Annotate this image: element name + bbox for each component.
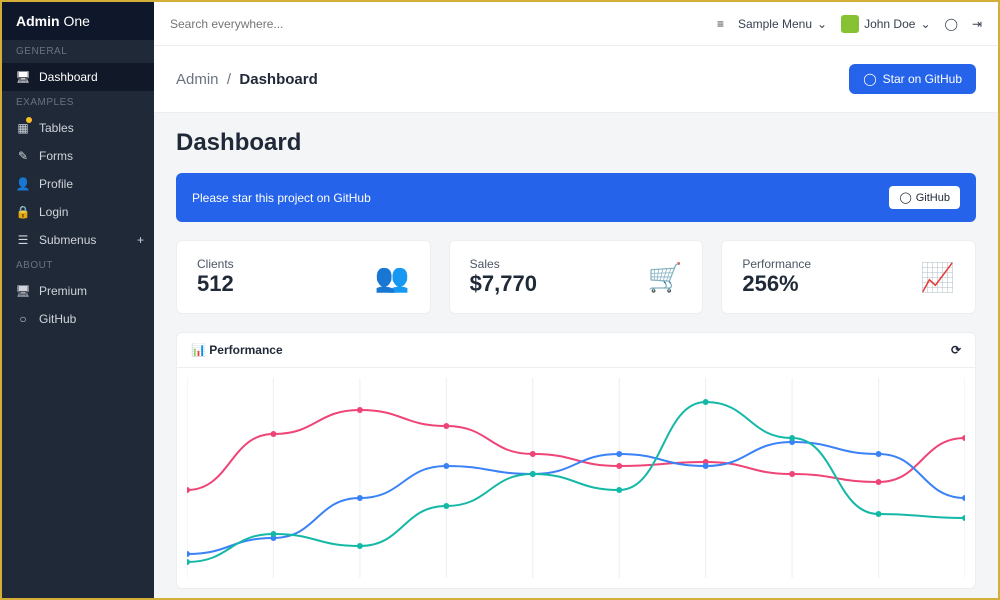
breadcrumb: Admin / Dashboard	[176, 71, 318, 88]
search-input[interactable]	[170, 17, 703, 31]
stat-value: 512	[197, 271, 234, 297]
sidebar-item-dashboard[interactable]: 🖥 Dashboard	[2, 63, 154, 91]
stat-icon: 👥	[375, 261, 410, 294]
nav-icon: 👤	[16, 177, 30, 191]
stat-label: Clients	[197, 257, 234, 271]
expand-icon: +	[137, 233, 144, 247]
stat-value: $7,770	[470, 271, 537, 297]
github-icon[interactable]: ◯	[945, 17, 958, 31]
star-github-button[interactable]: ◯Star on GitHub	[849, 64, 976, 94]
topbar: ≡ Sample Menu ⌄ John Doe ⌄ ◯ ⇥	[154, 2, 998, 46]
stat-label: Sales	[470, 257, 537, 271]
stat-card-performance: Performance256% 📈	[721, 240, 976, 314]
sidebar-item-login[interactable]: 🔒 Login	[2, 198, 154, 226]
stat-icon: 🛒	[647, 261, 682, 294]
banner-text: Please star this project on GitHub	[192, 191, 371, 205]
nav-label: Dashboard	[39, 70, 98, 84]
performance-chart-card: 📊 Performance ⟳	[176, 332, 976, 589]
chevron-down-icon: ⌄	[920, 17, 930, 31]
user-menu[interactable]: John Doe ⌄	[841, 15, 930, 33]
breadcrumb-row: Admin / Dashboard ◯Star on GitHub	[154, 46, 998, 113]
nav-icon: ☰	[16, 233, 30, 247]
nav-section-label: EXAMPLES	[2, 91, 154, 114]
refresh-icon[interactable]: ⟳	[951, 343, 961, 357]
avatar	[841, 15, 859, 33]
nav-icon: ▦	[16, 121, 30, 135]
sidebar-item-submenus[interactable]: ☰ Submenus +	[2, 226, 154, 254]
github-icon: ◯	[863, 72, 876, 86]
nav-label: Tables	[39, 121, 74, 135]
chevron-down-icon: ⌄	[817, 17, 827, 31]
notification-dot	[26, 117, 32, 123]
nav-label: Premium	[39, 284, 87, 298]
sidebar-item-profile[interactable]: 👤 Profile	[2, 170, 154, 198]
nav-label: Profile	[39, 177, 73, 191]
nav-label: Forms	[39, 149, 73, 163]
nav-icon: 🖥	[16, 70, 30, 84]
brand-logo: Admin One	[2, 2, 154, 40]
nav-label: Login	[39, 205, 68, 219]
chart-title: 📊 Performance	[191, 343, 283, 357]
nav-label: Submenus	[39, 233, 96, 247]
sample-menu-dropdown[interactable]: Sample Menu ⌄	[738, 17, 827, 31]
stat-card-sales: Sales$7,770 🛒	[449, 240, 704, 314]
stat-card-clients: Clients512 👥	[176, 240, 431, 314]
page-title: Dashboard	[176, 129, 976, 157]
nav-icon: 🖥	[16, 284, 30, 298]
nav-icon: ○	[16, 312, 30, 326]
sidebar-item-tables[interactable]: ▦ Tables	[2, 114, 154, 142]
stat-value: 256%	[742, 271, 811, 297]
nav-section-label: GENERAL	[2, 40, 154, 63]
sidebar-item-github[interactable]: ○ GitHub	[2, 305, 154, 333]
nav-label: GitHub	[39, 312, 76, 326]
github-banner: Please star this project on GitHub ◯GitH…	[176, 173, 976, 222]
nav-icon: ✎	[16, 149, 30, 163]
menu-icon[interactable]: ≡	[717, 17, 724, 31]
sidebar-item-forms[interactable]: ✎ Forms	[2, 142, 154, 170]
logout-icon[interactable]: ⇥	[972, 17, 982, 31]
nav-section-label: ABOUT	[2, 254, 154, 277]
sidebar: Admin One GENERAL 🖥 Dashboard EXAMPLES ▦ Tabl…	[2, 2, 154, 598]
sidebar-item-premium[interactable]: 🖥 Premium	[2, 277, 154, 305]
nav-icon: 🔒	[16, 205, 30, 219]
github-icon: ◯	[899, 191, 911, 204]
github-banner-button[interactable]: ◯GitHub	[889, 186, 960, 209]
stat-icon: 📈	[920, 261, 955, 294]
stat-label: Performance	[742, 257, 811, 271]
